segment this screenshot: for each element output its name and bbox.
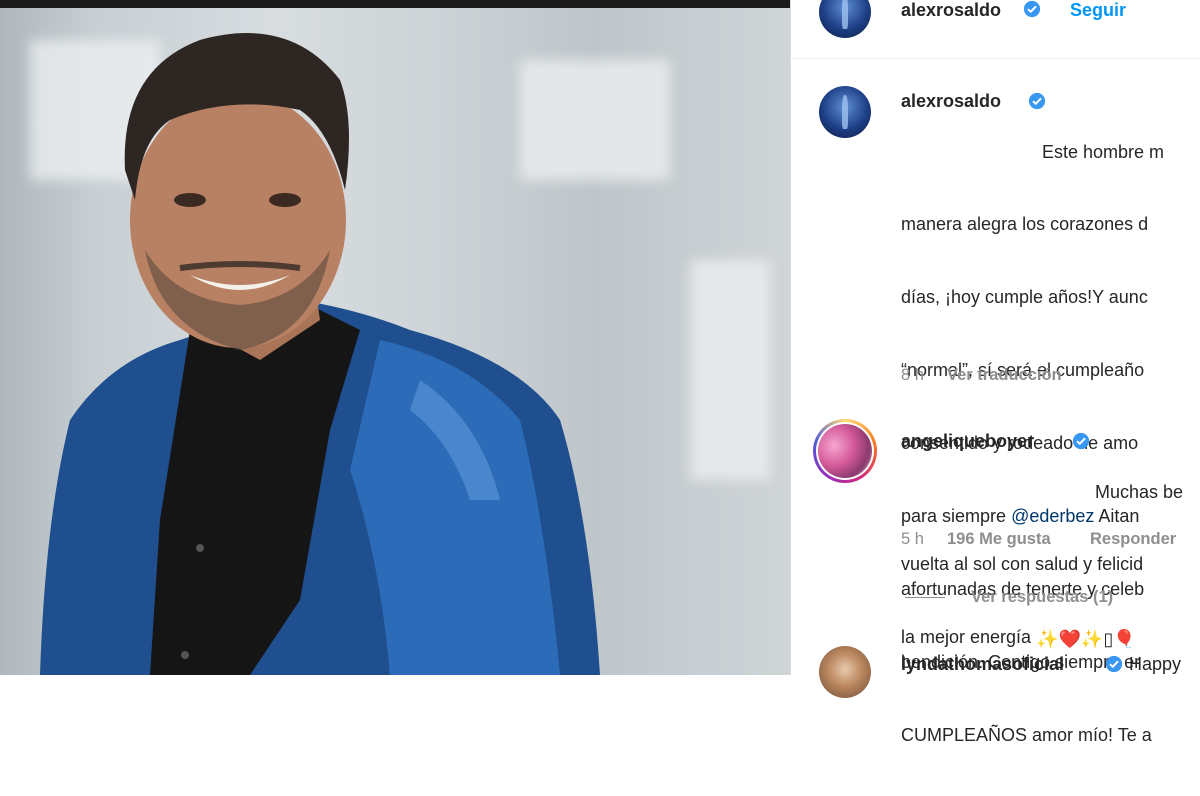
header-username[interactable]: alexrosaldo: [901, 0, 1001, 21]
portrait-illustration: [40, 33, 600, 675]
comments-panel: alexrosaldo Seguir alexrosaldo Este homb…: [791, 0, 1200, 745]
commenter-avatar[interactable]: [813, 419, 877, 483]
view-replies-button[interactable]: Ver respuestas (1): [971, 588, 1113, 607]
caption-line: Este hombre m: [1042, 141, 1165, 162]
reply-button[interactable]: Responder: [1090, 530, 1176, 549]
post-photo[interactable]: [0, 0, 790, 675]
caption-timestamp: 8 h: [901, 366, 924, 384]
comment-line-text: la mejor energía: [901, 627, 1037, 648]
comment-timestamp: 5 h: [901, 530, 924, 548]
verified-badge-icon: [1023, 0, 1041, 18]
author-avatar[interactable]: [819, 0, 871, 38]
comment-likes-count[interactable]: 196 Me gusta: [947, 530, 1051, 549]
verified-badge-icon: [1105, 655, 1123, 673]
emoji-sequence: ✨❤️✨▯🎈: [1036, 629, 1136, 650]
comment-line: Happy: [1129, 654, 1182, 674]
replies-divider: [905, 597, 945, 598]
comment-username[interactable]: lyndathomasoficial: [901, 654, 1064, 675]
post-header: alexrosaldo Seguir: [791, 0, 1200, 59]
comment-line: vuelta al sol con salud y felicid: [901, 554, 1144, 575]
follow-button[interactable]: Seguir: [1070, 0, 1126, 21]
caption-avatar[interactable]: [819, 86, 871, 138]
caption-line: días, ¡hoy cumple años!Y aunc: [901, 287, 1148, 308]
see-translation-button[interactable]: Ver traducción: [947, 366, 1062, 385]
caption-line: CUMPLEAÑOS amor mío! Te a: [901, 724, 1152, 745]
caption-line: manera alegra los corazones d: [901, 214, 1149, 235]
commenter-avatar[interactable]: [819, 646, 871, 698]
comment-line: Muchas be: [1095, 481, 1184, 502]
comment-line: la mejor energía ✨❤️✨▯🎈: [901, 625, 1183, 651]
